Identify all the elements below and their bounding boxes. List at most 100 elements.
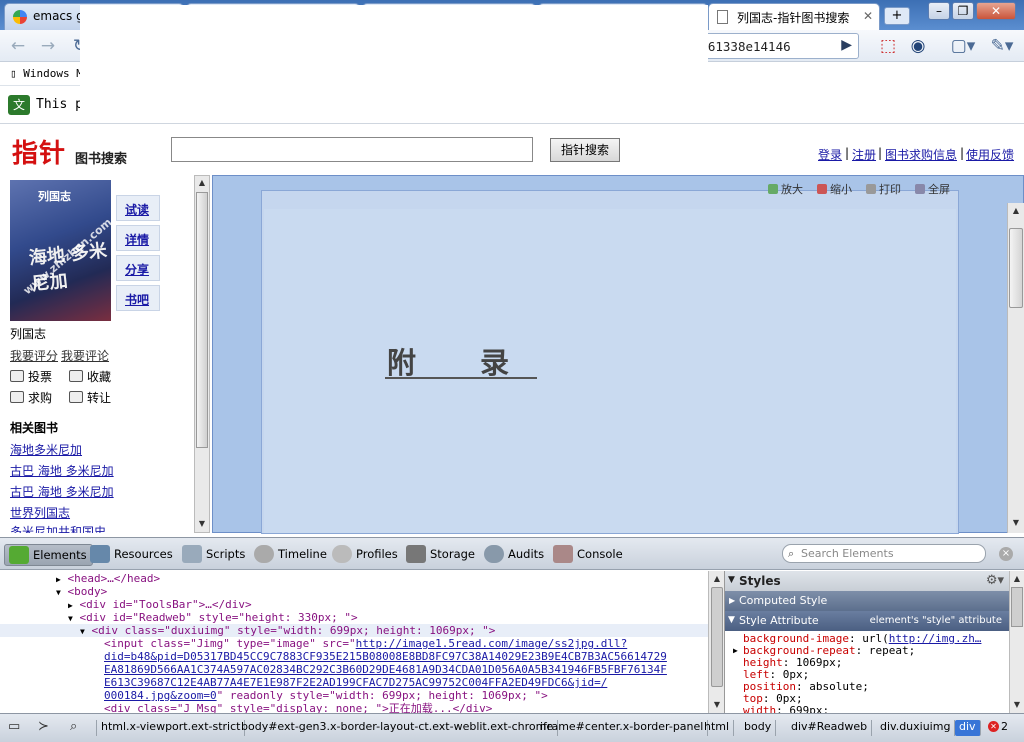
page-menu-icon[interactable]: ▢▾	[948, 34, 978, 58]
style-attribute-section[interactable]: ▼ Style Attribute element's "style" attrib…	[725, 611, 1009, 631]
tab-audits[interactable]: Audits	[480, 544, 549, 566]
scroll-thumb[interactable]	[1011, 587, 1023, 627]
tab-scripts[interactable]: Scripts	[178, 544, 250, 566]
back-icon[interactable]: ←	[6, 34, 30, 58]
transfer-action[interactable]: 转让	[69, 389, 111, 406]
book-page	[261, 190, 959, 534]
related-book-link[interactable]: 古巴 海地 多米尼加	[10, 483, 114, 500]
request-action[interactable]: 求购	[10, 389, 52, 406]
tab-profiles[interactable]: Profiles	[328, 544, 403, 566]
tab-storage[interactable]: Storage	[402, 544, 480, 566]
fullscreen-button[interactable]: 全屏	[915, 181, 950, 197]
breadcrumb-item[interactable]: html	[700, 720, 735, 736]
styles-scrollbar[interactable]: ▲ ▼	[1009, 571, 1024, 713]
tab-timeline[interactable]: Timeline	[250, 544, 332, 566]
maximize-button[interactable]: ❐	[952, 2, 974, 20]
print-button[interactable]: 打印	[866, 181, 901, 197]
console-icon	[553, 545, 573, 563]
scroll-down-icon[interactable]: ▼	[1010, 517, 1022, 529]
scroll-thumb[interactable]	[196, 192, 208, 448]
tab-console[interactable]: Console	[549, 544, 628, 566]
error-count[interactable]: 2	[1001, 720, 1008, 733]
related-book-link[interactable]: 海地多米尼加	[10, 441, 82, 458]
extension-icon[interactable]: ◉	[906, 34, 930, 58]
search-button[interactable]: 指针搜索	[550, 138, 620, 162]
close-devtools-icon[interactable]: ×	[999, 547, 1013, 561]
tab-resources[interactable]: Resources	[86, 544, 178, 566]
scroll-up-icon[interactable]: ▲	[196, 177, 208, 189]
scroll-down-icon[interactable]: ▼	[196, 518, 208, 530]
left-panel-scrollbar[interactable]: ▲ ▼	[194, 175, 210, 533]
related-heading: 相关图书	[10, 421, 59, 435]
breadcrumb-item[interactable]: body#ext-gen3.x-border-layout-ct.ext-web…	[237, 720, 559, 736]
register-link[interactable]: 注册	[852, 146, 876, 163]
zoom-in-button[interactable]: 放大	[768, 181, 803, 197]
doc-icon: ▯	[10, 67, 24, 80]
dock-icon[interactable]: ▭	[8, 719, 20, 734]
book-search-input[interactable]	[171, 137, 533, 162]
dom-node[interactable]: ▶ <div id="ToolsBar">…</div>	[68, 598, 252, 611]
close-tab-icon[interactable]: ✕	[863, 9, 873, 23]
scroll-up-icon[interactable]: ▲	[1011, 573, 1023, 585]
try-read-button[interactable]: 试读	[116, 195, 160, 221]
breadcrumb-item[interactable]: html.x-viewport.ext-strict	[96, 720, 246, 736]
forward-icon[interactable]: →	[36, 34, 60, 58]
details-button[interactable]: 详情	[116, 225, 160, 251]
minimize-button[interactable]: –	[928, 2, 950, 20]
go-icon[interactable]: ▶	[841, 37, 852, 53]
error-icon[interactable]: ✕	[988, 721, 999, 732]
dom-node[interactable]: ▼ <div id="Readweb" style="height: 330px…	[68, 611, 358, 624]
book-cover[interactable]: 列国志 海地 多米尼加 www.zhizhen.com	[10, 180, 111, 321]
scroll-up-icon[interactable]: ▲	[1010, 205, 1022, 217]
related-book-link[interactable]: 古巴 海地 多米尼加	[10, 462, 114, 479]
dom-node-selected[interactable]: ▼ <div class="duxiuimg" style="width: 69…	[0, 624, 708, 637]
inspect-search-icon[interactable]: ⌕	[70, 719, 77, 734]
comment-link[interactable]: 我要评论	[61, 347, 109, 364]
dom-node[interactable]: <input class="Jimg" type="image" src="ht…	[104, 637, 627, 650]
dom-node[interactable]: ▼ <body>	[56, 585, 107, 598]
vote-action[interactable]: 投票	[10, 368, 52, 385]
forum-button[interactable]: 书吧	[116, 285, 160, 311]
breadcrumb-item[interactable]: body	[740, 720, 777, 736]
tab-elements[interactable]: Elements	[4, 544, 93, 566]
share-button[interactable]: 分享	[116, 255, 160, 281]
breadcrumb-item[interactable]: iframe#center.x-border-panel	[536, 720, 709, 736]
console-toggle-icon[interactable]: ≻	[38, 719, 49, 734]
request-link[interactable]: 图书求购信息	[885, 146, 957, 163]
dom-node[interactable]: ▶ <head>…</head>	[56, 572, 160, 585]
tab-label: 列国志-指针图书搜索	[737, 11, 850, 25]
tab-active[interactable]: 列国志-指针图书搜索 ✕	[708, 3, 880, 30]
pdf-icon[interactable]: ⬚	[876, 34, 900, 58]
new-tab-button[interactable]: +	[884, 7, 910, 25]
dom-attr-continuation: 000184.jpg&zoom=0" readonly style="width…	[104, 689, 548, 702]
breadcrumb-item-selected[interactable]: div	[955, 720, 981, 736]
style-property[interactable]: width: 699px;	[743, 705, 829, 714]
scroll-thumb[interactable]	[711, 587, 723, 687]
dom-scrollbar[interactable]: ▲ ▼	[708, 571, 724, 713]
login-link[interactable]: 登录	[818, 146, 842, 163]
bookmark-item[interactable]: ▯ Windows M	[10, 67, 83, 80]
search-icon: ⌕	[788, 547, 795, 560]
viewer-scrollbar[interactable]: ▲ ▼	[1007, 203, 1024, 533]
zoom-out-button[interactable]: 缩小	[817, 181, 852, 197]
related-book-link[interactable]: 多米尼加共和国史	[10, 525, 106, 533]
scroll-down-icon[interactable]: ▼	[1011, 699, 1023, 711]
related-book-link[interactable]: 世界列国志	[10, 504, 70, 521]
styles-header[interactable]: ▼ Styles ⚙▾	[725, 571, 1009, 591]
search-elements-input[interactable]: ⌕ Search Elements	[782, 544, 986, 563]
wrench-menu-icon[interactable]: ✎▾	[986, 34, 1018, 58]
scroll-up-icon[interactable]: ▲	[711, 573, 723, 585]
feedback-link[interactable]: 使用反馈	[966, 146, 1014, 163]
computed-style-section[interactable]: ▶ Computed Style	[725, 591, 1009, 611]
dom-tree[interactable]: ▶ <head>…</head> ▼ <body> ▶ <div id="Too…	[0, 571, 708, 713]
breadcrumb-item[interactable]: div.duxiuimg	[876, 720, 956, 736]
book-reader-viewer[interactable]	[212, 175, 1024, 534]
rate-link[interactable]: 我要评分	[10, 347, 58, 364]
scroll-thumb[interactable]	[1009, 228, 1023, 308]
favorite-action[interactable]: 收藏	[69, 368, 111, 385]
close-window-button[interactable]: ✕	[976, 2, 1016, 20]
breadcrumb-item[interactable]: div#Readweb	[787, 720, 873, 736]
site-logo[interactable]: 指针	[12, 133, 66, 170]
scroll-down-icon[interactable]: ▼	[711, 699, 723, 711]
dom-node[interactable]: <div class="J_Msg" style="display: none;…	[104, 702, 492, 713]
